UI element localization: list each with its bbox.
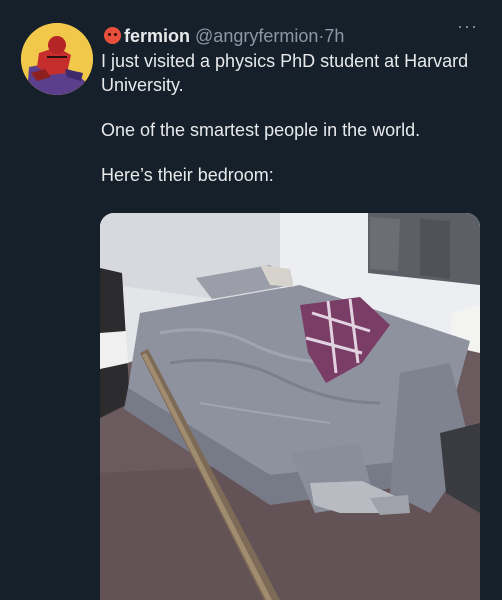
- tweet-media-photo[interactable]: [100, 213, 480, 600]
- avatar-image: [21, 23, 93, 95]
- angry-face-icon: [104, 27, 121, 44]
- tweet: ··· fermion @angryfermion·7h I just visi…: [0, 0, 502, 600]
- tweet-text-line: Here’s their bedroom:: [101, 165, 274, 185]
- tweet-text: I just visited a physics PhD student at …: [101, 49, 481, 187]
- display-name[interactable]: fermion: [124, 26, 190, 46]
- more-options-icon[interactable]: ···: [457, 17, 478, 35]
- bedroom-photo: [100, 213, 480, 600]
- handle[interactable]: @angryfermion: [195, 26, 318, 46]
- avatar[interactable]: [21, 23, 93, 95]
- tweet-header: fermion @angryfermion·7h: [104, 25, 344, 47]
- timestamp[interactable]: 7h: [324, 26, 344, 46]
- tweet-text-line: One of the smartest people in the world.: [101, 120, 421, 140]
- tweet-text-line: I just visited a physics PhD student at …: [101, 51, 469, 95]
